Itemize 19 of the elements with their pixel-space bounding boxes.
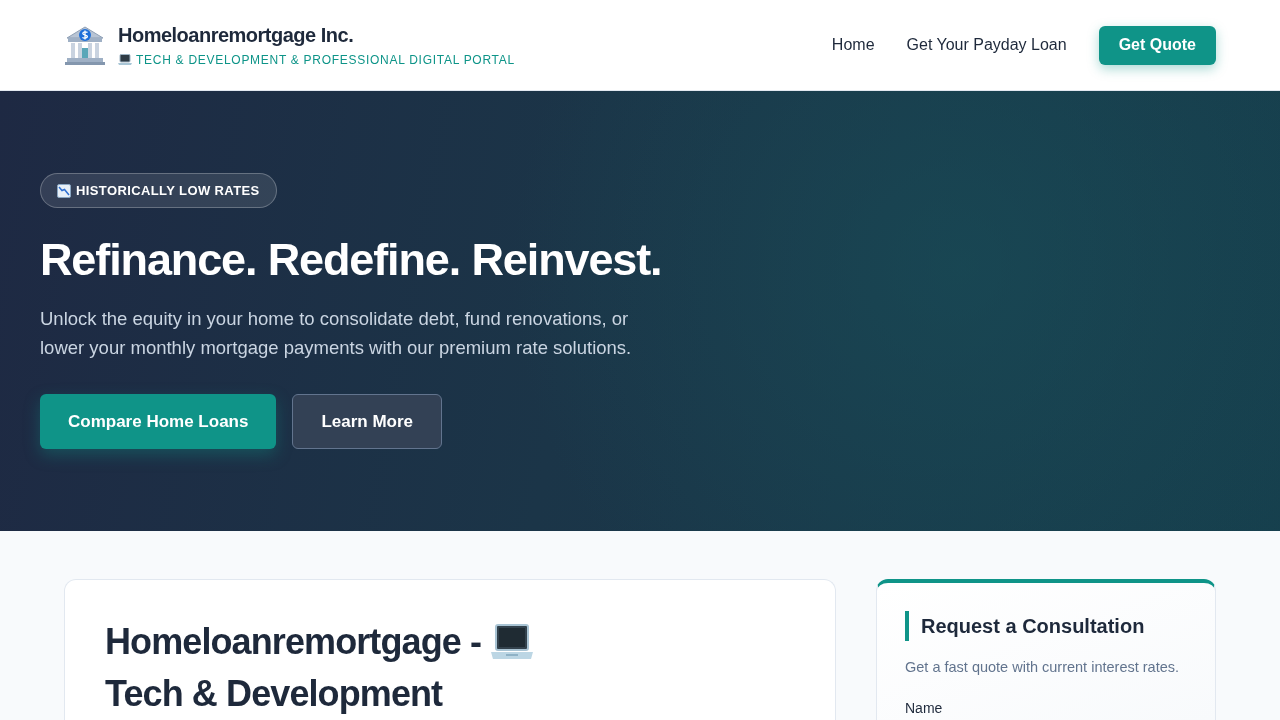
bank-icon — [64, 24, 106, 66]
badge-text: HISTORICALLY LOW RATES — [76, 181, 260, 200]
laptop-icon — [491, 624, 534, 660]
compare-loans-button[interactable]: Compare Home Loans — [40, 394, 277, 449]
nav-link[interactable]: Home — [831, 33, 875, 57]
hero-heading: Refinance. Redefine. Reinvest. — [40, 233, 662, 287]
nav-link[interactable]: Get Your Payday Loan — [906, 33, 1067, 57]
consultation-heading: Request a Consultation — [905, 611, 1187, 641]
learn-more-button[interactable]: Learn More — [292, 394, 443, 449]
hero-description: Unlock the equity in your home to consolidate debt, fund renovations, or lower your monthly mortgage payments with our premium rate solutions. — [40, 307, 633, 360]
consultation-description: Get a fast quote with current interest rates. — [905, 658, 1181, 677]
get-quote-button[interactable]: Get Quote — [1098, 25, 1216, 65]
field-label: Name — [905, 699, 944, 718]
article-heading: Homeloanremortgage - — [105, 620, 482, 664]
laptop-icon — [118, 54, 132, 65]
brand-name: Homeloanremortgage Inc. — [118, 22, 355, 47]
tagline: TECH & DEVELOPMENT & PROFESSIONAL DIGITAL PORTAL — [136, 51, 515, 68]
article-heading: Tech & Development — [105, 672, 443, 716]
chart-down-icon — [57, 183, 71, 198]
